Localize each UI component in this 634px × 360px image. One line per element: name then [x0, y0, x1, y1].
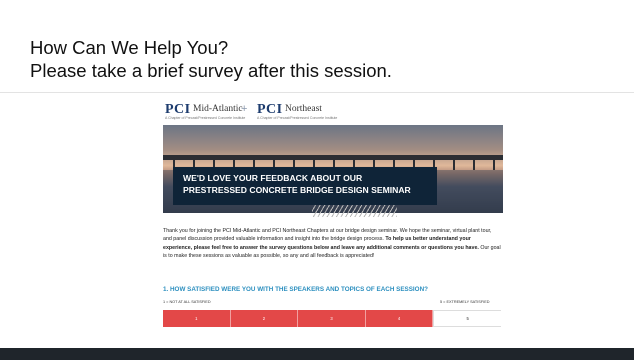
rating-option-2[interactable]: 2: [230, 310, 299, 327]
slide-title-line-2: Please take a brief survey after this se…: [30, 60, 392, 81]
slide: How Can We Help You? Please take a brief…: [0, 0, 634, 348]
question-1-heading: 1. HOW SATISFIED WERE YOU WITH THE SPEAK…: [163, 286, 428, 293]
pci-mid-atlantic-chapter: Mid-Atlantic: [193, 104, 243, 114]
pci-mid-atlantic-logo: PCI Mid-Atlantic A Chapter of Precast/Pr…: [163, 100, 263, 124]
pci-northeast-chapter: Northeast: [285, 104, 322, 114]
feedback-headline-card: WE'D LOVE YOUR FEEDBACK ABOUT OUR PRESTR…: [173, 167, 437, 205]
rating-option-5[interactable]: 5: [433, 310, 501, 327]
bottom-bar: [0, 348, 634, 360]
pci-mid-atlantic-tagline: A Chapter of Precast/Prestressed Concret…: [165, 116, 246, 120]
slide-title: How Can We Help You? Please take a brief…: [30, 36, 590, 82]
title-divider: [0, 92, 634, 93]
decorative-hatch: [312, 205, 397, 217]
scale-min-label: 1 = NOT AT ALL SATISFIED: [163, 300, 211, 304]
slide-title-line-1: How Can We Help You?: [30, 37, 229, 58]
intro-paragraph: Thank you for joining the PCI Mid-Atlant…: [163, 227, 501, 261]
plus-icon: +: [241, 103, 248, 115]
rating-option-1[interactable]: 1: [163, 310, 231, 327]
logo-row: PCI Mid-Atlantic A Chapter of Precast/Pr…: [163, 100, 363, 124]
rating-option-4[interactable]: 4: [365, 310, 434, 327]
rating-scale: 1 2 3 4 5: [163, 310, 501, 327]
pci-northeast-tagline: A Chapter of Precast/Prestressed Concret…: [257, 116, 338, 120]
pci-northeast-logo: PCI Northeast A Chapter of Precast/Prest…: [255, 100, 355, 124]
scale-max-label: 5 = EXTREMELY SATISFIED: [440, 300, 490, 304]
feedback-headline-line-1: WE'D LOVE YOUR FEEDBACK ABOUT OUR: [183, 173, 363, 183]
rating-option-3[interactable]: 3: [298, 310, 366, 327]
feedback-headline-line-2: PRESTRESSED CONCRETE BRIDGE DESIGN SEMIN…: [183, 185, 411, 195]
